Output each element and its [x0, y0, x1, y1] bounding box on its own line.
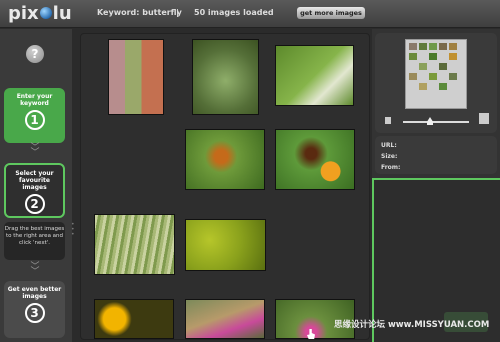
app-logo[interactable]: pix lu: [8, 3, 72, 24]
image-thumbnail[interactable]: [275, 45, 354, 106]
watermark: 思缘设计论坛 www.MISSYUAN.COM: [334, 320, 490, 330]
top-bar: pix lu Keyword: butterfly | 50 images loa…: [0, 0, 500, 28]
logo-text-left: pix: [8, 3, 39, 24]
steps-sidebar: ? Enter your keyword 1 ﹀ ﹀ Select your fa…: [0, 29, 75, 342]
handle-dots: • • •: [71, 221, 75, 238]
image-thumbnail[interactable]: [94, 214, 175, 275]
thumbnail-image: [95, 300, 173, 338]
image-thumbnail[interactable]: [192, 39, 259, 115]
step-select-images[interactable]: Select your favourite images 2: [4, 163, 65, 218]
step-title: Select your favourite images: [15, 170, 54, 191]
thumbnail-image: [186, 300, 264, 338]
grid-minimap[interactable]: [405, 39, 467, 109]
thumbnail-image: [186, 130, 264, 189]
thumbnail-image: [109, 40, 163, 114]
thumbnail-image: [193, 40, 258, 114]
zoom-slider[interactable]: [403, 121, 469, 123]
size-label: Size:: [381, 153, 398, 160]
image-thumbnail[interactable]: [275, 129, 355, 190]
step-number: 1: [24, 110, 45, 130]
separator: |: [176, 8, 179, 17]
selection-panel: URL: Size: From:: [372, 29, 500, 342]
chevron-down-icon: ﹀ ﹀: [30, 262, 40, 277]
step-title: Enter your keyword: [16, 93, 53, 107]
image-thumbnail[interactable]: [185, 219, 266, 271]
drag-hint: Drag the best images to the right area a…: [4, 222, 65, 260]
thumbnail-image: [186, 220, 265, 270]
globe-icon: [39, 7, 52, 19]
image-grid: [80, 33, 370, 340]
chevron-down-icon: ﹀ ﹀: [30, 143, 40, 158]
images-loaded-count: 50 images loaded: [194, 8, 274, 17]
step-title: Get even better images: [7, 286, 62, 300]
help-icon[interactable]: ?: [26, 45, 44, 63]
image-thumbnail[interactable]: [185, 129, 265, 190]
thumbnail-image: [276, 46, 353, 105]
url-label: URL:: [381, 142, 397, 149]
zoom-in-icon[interactable]: [479, 113, 489, 124]
image-thumbnail[interactable]: [94, 299, 174, 339]
step-enter-keyword[interactable]: Enter your keyword 1: [4, 88, 65, 143]
zoom-slider-handle[interactable]: [427, 117, 433, 125]
image-thumbnail[interactable]: [185, 299, 265, 339]
thumbnail-image: [276, 130, 354, 189]
step-number: 2: [24, 194, 45, 214]
keyword-label: Keyword: butterfly: [97, 8, 182, 17]
from-label: From:: [381, 164, 401, 171]
image-info-panel: URL: Size: From:: [375, 136, 497, 174]
overview-preview: [375, 33, 497, 133]
thumbnail-image: [95, 215, 174, 274]
zoom-out-icon[interactable]: [385, 117, 391, 124]
image-thumbnail[interactable]: [108, 39, 164, 115]
step-number: 3: [24, 303, 45, 323]
logo-text-right: lu: [52, 3, 72, 24]
get-more-images-button[interactable]: get more images: [297, 7, 365, 19]
step-better-images[interactable]: Get even better images 3: [4, 281, 65, 338]
